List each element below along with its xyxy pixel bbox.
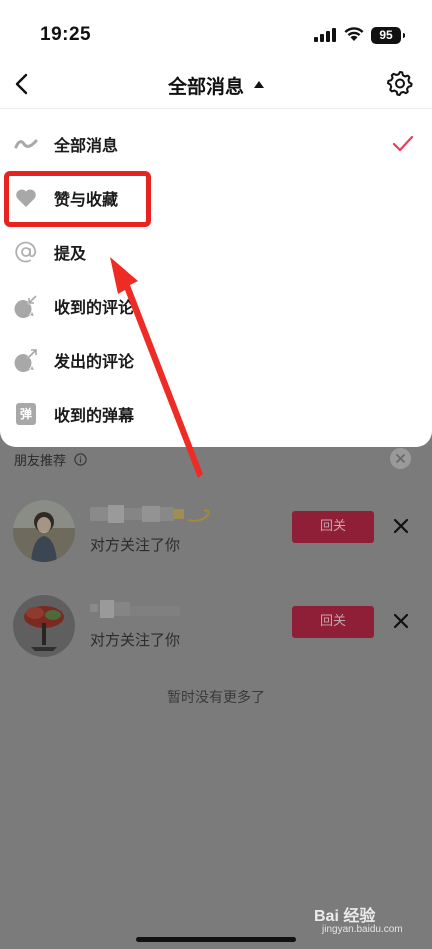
blurred-username	[90, 505, 210, 523]
home-indicator	[136, 937, 296, 942]
battery-indicator: 95	[371, 27, 405, 44]
avatar[interactable]	[13, 500, 75, 562]
watermark-url: jingyan.baidu.com	[322, 924, 403, 935]
friend-recommend-header: 朋友推荐	[14, 448, 87, 470]
section-title: 朋友推荐	[14, 453, 67, 469]
menu-item-all-messages[interactable]: 全部消息	[0, 117, 432, 171]
menu-item-mentions[interactable]: 提及	[0, 225, 432, 279]
close-icon[interactable]	[392, 517, 410, 535]
follow-status: 对方关注了你	[90, 536, 181, 554]
follow-back-button[interactable]: 回关	[292, 511, 374, 543]
nav-header: 全部消息	[0, 62, 432, 109]
status-time: 19:25	[40, 24, 92, 45]
menu-item-label: 收到的弹幕	[54, 406, 135, 425]
menu-item-label: 发出的评论	[54, 352, 135, 371]
message-filter-dropdown: 全部消息 赞与收藏 提及 收到的评论 发出的评论 弹 收到的弹幕	[0, 109, 432, 447]
page-title: 全部消息	[167, 75, 244, 98]
heart-icon	[16, 189, 36, 207]
no-more-text: 暂时没有更多了	[167, 690, 265, 706]
menu-item-received-danmaku[interactable]: 弹 收到的弹幕	[0, 387, 432, 441]
checkmark-icon	[392, 135, 414, 152]
cellular-signal-icon	[314, 28, 336, 42]
baidu-jingyan-watermark: Bai 经验 jingyan.baidu.com	[314, 902, 426, 942]
title-dropdown-toggle[interactable]: 全部消息	[0, 62, 432, 108]
status-bar: 19:25 95	[0, 0, 432, 62]
follow-status: 对方关注了你	[90, 631, 181, 649]
close-recommend-icon[interactable]	[390, 448, 411, 469]
menu-item-likes-favorites[interactable]: 赞与收藏	[0, 171, 432, 225]
close-icon[interactable]	[392, 612, 410, 630]
blurred-username	[90, 600, 180, 618]
follow-back-button[interactable]: 回关	[292, 606, 374, 638]
wave-icon	[14, 139, 38, 149]
menu-item-sent-comments[interactable]: 发出的评论	[0, 333, 432, 387]
comment-sent-icon	[14, 348, 38, 372]
caret-up-icon	[254, 80, 264, 88]
gear-icon[interactable]	[386, 69, 414, 97]
wifi-icon	[344, 27, 364, 41]
avatar[interactable]	[13, 595, 75, 657]
menu-item-label: 全部消息	[54, 136, 119, 155]
menu-item-label: 赞与收藏	[54, 190, 119, 209]
friend-row-2[interactable]: 对方关注了你 回关	[0, 595, 432, 675]
menu-item-label: 收到的评论	[54, 298, 135, 317]
info-icon[interactable]	[74, 452, 87, 466]
danmaku-icon: 弹	[16, 403, 36, 425]
menu-item-received-comments[interactable]: 收到的评论	[0, 279, 432, 333]
watermark-brand: Bai 经验	[314, 908, 376, 925]
at-icon	[15, 241, 37, 263]
comment-received-icon	[14, 295, 37, 318]
top-bar: 19:25 95 全部消息	[0, 0, 432, 109]
friend-row-1[interactable]: 对方关注了你 回关	[0, 500, 432, 580]
menu-item-label: 提及	[54, 244, 87, 263]
